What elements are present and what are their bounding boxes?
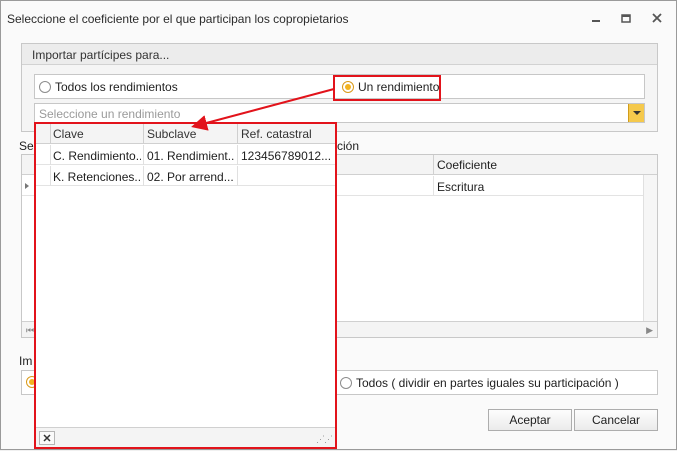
scroll-right-icon[interactable]: ▶ [646,325,653,336]
list-item[interactable]: C. Rendimiento... 01. Rendimient... 1234… [36,145,335,165]
minimize-icon [592,20,600,22]
cell-clave: C. Rendimiento... [53,149,141,163]
row-indicator-icon [25,183,29,189]
participants-section-label-tail: ción [337,139,360,153]
rendimiento-dropdown-popup: Clave Subclave Ref. catastral C. Rendimi… [34,122,337,449]
cell-ref-catastral: 123456789012... [241,149,332,163]
cell-separator [50,145,51,165]
maximize-button[interactable] [616,9,636,27]
cell-separator [143,166,144,186]
restore-icon [621,14,631,23]
popup-footer: ⋰⋰ [36,427,335,447]
column-header-subclave[interactable]: Subclave [147,127,196,141]
cell-separator [433,176,434,196]
cell-separator [50,166,51,186]
window-title: Seleccione el coeficiente por el que par… [7,12,349,26]
dialog-window: Seleccione el coeficiente por el que par… [0,0,677,450]
column-header-clave[interactable]: Clave [53,127,84,141]
column-separator [433,155,434,175]
highlight-box-un-rendimiento [333,75,441,101]
radio-todos-partes-iguales-label: Todos ( dividir en partes iguales su par… [356,376,619,390]
cancel-button[interactable]: Cancelar [574,409,658,431]
vertical-scrollbar[interactable] [643,175,657,321]
cell-subclave: 01. Rendimient... [147,149,235,163]
column-separator [143,124,144,144]
cell-separator [237,145,238,165]
import-mode-section-label: Im [19,354,33,368]
title-bar: Seleccione el coeficiente por el que par… [1,1,676,35]
participants-section-label: Se [19,139,34,153]
cell-separator [237,166,238,186]
cell-coeficiente[interactable]: Escritura [437,180,484,194]
close-icon [43,434,51,442]
radio-unchecked-icon [340,377,352,389]
resize-grip-icon[interactable]: ⋰⋰ [316,434,333,445]
minimize-button[interactable] [586,9,606,27]
column-separator [237,124,238,144]
radio-todos-rendimientos-label: Todos los rendimientos [55,80,178,94]
close-button[interactable] [647,9,667,27]
popup-grid-header: Clave Subclave Ref. catastral [36,124,335,144]
column-separator [50,124,51,144]
column-header-ref-catastral[interactable]: Ref. catastral [241,127,312,141]
radio-unchecked-icon [39,81,51,93]
radio-todos-rendimientos[interactable]: Todos los rendimientos [39,80,178,94]
cell-separator [143,145,144,165]
close-icon [652,13,662,23]
rendimiento-combo[interactable]: Seleccione un rendimiento [34,103,645,123]
popup-close-button[interactable] [39,431,55,445]
accept-button[interactable]: Aceptar [488,409,572,431]
radio-todos-partes-iguales[interactable]: Todos ( dividir en partes iguales su par… [340,376,619,390]
cell-clave: K. Retenciones... [53,170,141,184]
list-item[interactable]: K. Retenciones... 02. Por arrend... [36,166,335,186]
rendimiento-combo-placeholder: Seleccione un rendimiento [39,107,181,121]
chevron-down-icon [632,111,641,115]
first-record-icon[interactable]: ⏮ [26,325,34,336]
import-group-title: Importar partícipes para... [32,48,170,62]
column-header-coeficiente[interactable]: Coeficiente [437,158,497,172]
import-group-header: Importar partícipes para... [22,44,657,65]
combo-dropdown-button[interactable] [628,104,644,122]
cell-subclave: 02. Por arrend... [147,170,234,184]
